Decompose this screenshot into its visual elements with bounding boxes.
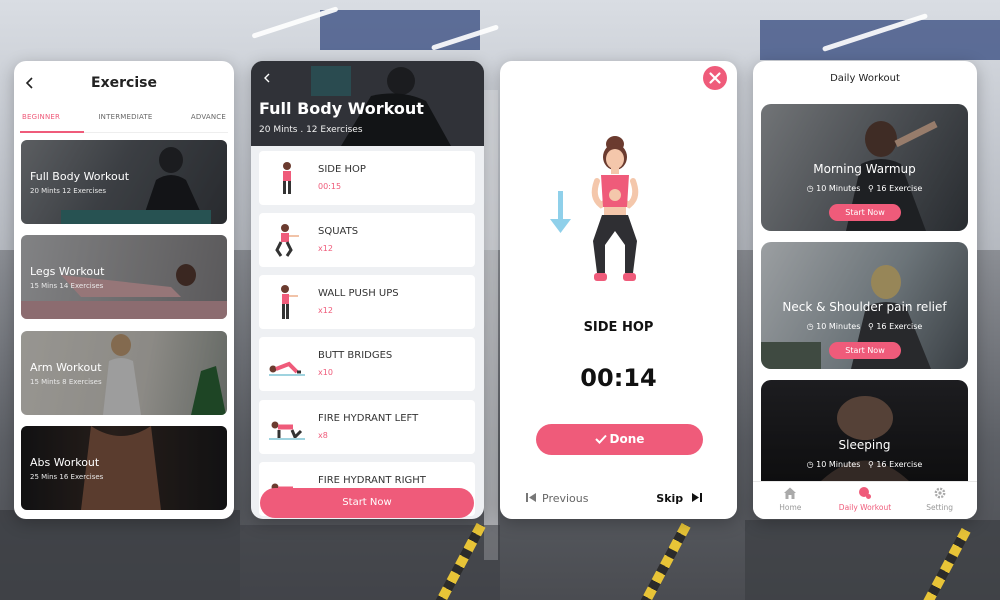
done-button[interactable]: Done bbox=[536, 424, 703, 455]
exercise-timer: 00:14 bbox=[580, 364, 657, 392]
skip-previous-icon bbox=[526, 493, 536, 502]
clock-icon: ◷ bbox=[806, 184, 814, 193]
workout-detail-screen: Full Body Workout 20 Mints . 12 Exercise… bbox=[251, 61, 484, 519]
page-title: Exercise bbox=[91, 75, 157, 91]
exercise-item-butt-bridges[interactable]: BUTT BRIDGES x10 bbox=[259, 337, 475, 391]
exercise-name: FIRE HYDRANT LEFT bbox=[318, 413, 419, 424]
exercise-figure-icon bbox=[281, 285, 298, 319]
exercise-reps: x8 bbox=[318, 431, 328, 440]
exercise-figure-icon bbox=[269, 421, 305, 440]
exercise-duration: 00:15 bbox=[318, 182, 342, 191]
workout-meta: 25 Mins 16 Exercises bbox=[30, 473, 104, 481]
daily-workout-screen: Daily Workout Morning Warmup ◷ 10 Minute… bbox=[753, 61, 977, 519]
nav-label: Setting bbox=[926, 503, 954, 512]
daily-card-neck-shoulder[interactable]: Neck & Shoulder pain relief ◷ 10 Minutes… bbox=[761, 242, 968, 369]
daily-workout-icon bbox=[858, 487, 871, 499]
exercise-name: FIRE HYDRANT RIGHT bbox=[318, 475, 426, 486]
workout-name: Full Body Workout bbox=[30, 170, 130, 183]
workout-meta: 20 Mints 12 Exercises bbox=[30, 187, 107, 195]
card-exercises: 16 Exercise bbox=[876, 460, 923, 469]
workout-card-legs[interactable]: Legs Workout 15 Mins 14 Exercises bbox=[21, 235, 227, 319]
exercise-name: SIDE HOP bbox=[318, 164, 366, 175]
gear-icon bbox=[934, 487, 946, 499]
workout-title: Full Body Workout bbox=[259, 99, 424, 118]
card-title: Neck & Shoulder pain relief bbox=[782, 300, 947, 314]
exercise-figure-icon bbox=[283, 162, 291, 194]
nav-label: Home bbox=[779, 503, 802, 512]
previous-label: Previous bbox=[542, 492, 589, 505]
skip-button[interactable]: Skip bbox=[656, 492, 703, 505]
card-meta: ◷ 10 Minutes ⚲ 16 Exercise bbox=[761, 184, 968, 193]
card-minutes: 10 Minutes bbox=[816, 460, 861, 469]
exercise-name: BUTT BRIDGES bbox=[318, 350, 393, 361]
runner-icon: ⚲ bbox=[867, 322, 874, 331]
exercise-item-wall-push-ups[interactable]: WALL PUSH UPS x12 bbox=[259, 275, 475, 329]
previous-button[interactable]: Previous bbox=[525, 492, 589, 505]
start-now-button[interactable]: Start Now bbox=[260, 488, 474, 518]
home-icon bbox=[784, 487, 797, 499]
workout-card-abs[interactable]: Abs Workout 25 Mins 16 Exercises bbox=[21, 426, 227, 510]
exercise-player-screen: SIDE HOP 00:14 Done Previous Skip bbox=[500, 61, 737, 519]
nav-label: Daily Workout bbox=[838, 503, 892, 512]
page-title: Daily Workout bbox=[830, 73, 900, 84]
workout-meta: 15 Mins 14 Exercises bbox=[30, 282, 104, 290]
card-title: Sleeping bbox=[838, 438, 891, 452]
exercise-name: WALL PUSH UPS bbox=[318, 288, 399, 299]
workout-name: Arm Workout bbox=[30, 361, 102, 374]
tab-advance[interactable]: ADVANCE bbox=[191, 105, 226, 133]
exercise-reps: x12 bbox=[318, 244, 333, 253]
exercise-screen: Exercise BEGINNER INTERMEDIATE ADVANCE F… bbox=[14, 61, 234, 519]
check-icon bbox=[594, 434, 607, 444]
back-arrow-icon[interactable] bbox=[261, 72, 273, 84]
clock-icon: ◷ bbox=[806, 460, 814, 469]
workout-hero: Full Body Workout 20 Mints . 12 Exercise… bbox=[251, 61, 484, 146]
workout-meta: 15 Mints 8 Exercises bbox=[30, 378, 102, 386]
level-tabs: BEGINNER INTERMEDIATE ADVANCE bbox=[14, 105, 234, 133]
skip-next-icon bbox=[692, 493, 702, 502]
card-meta: ◷ 10 Minutes ⚲ 16 Exercise bbox=[761, 322, 968, 331]
workout-name: Legs Workout bbox=[30, 265, 105, 278]
nav-setting[interactable]: Setting bbox=[905, 482, 975, 519]
nav-daily-workout[interactable]: Daily Workout bbox=[830, 482, 900, 519]
close-button[interactable] bbox=[703, 66, 727, 90]
exercise-reps: x12 bbox=[318, 306, 333, 315]
tab-beginner[interactable]: BEGINNER bbox=[22, 105, 60, 133]
done-label: Done bbox=[609, 432, 645, 446]
exercise-item-fire-hydrant-left[interactable]: FIRE HYDRANT LEFT x8 bbox=[259, 400, 475, 454]
nav-home[interactable]: Home bbox=[755, 482, 825, 519]
exercise-figure-illustration bbox=[550, 136, 639, 281]
exercise-name: SQUATS bbox=[318, 226, 359, 237]
card-meta: ◷ 10 Minutes ⚲ 16 Exercise bbox=[761, 460, 968, 469]
workout-card-arm[interactable]: Arm Workout 15 Mints 8 Exercises bbox=[21, 331, 227, 415]
active-tab-indicator bbox=[20, 131, 84, 133]
bottom-navigation: Home Daily Workout Setting bbox=[753, 481, 977, 519]
close-icon bbox=[709, 72, 721, 84]
exercise-header: Exercise bbox=[14, 61, 234, 105]
start-now-button[interactable]: Start Now bbox=[829, 342, 901, 359]
exercise-figure-icon bbox=[269, 361, 305, 376]
card-exercises: 16 Exercise bbox=[876, 322, 923, 331]
daily-card-sleeping[interactable]: Sleeping ◷ 10 Minutes ⚲ 16 Exercise bbox=[761, 380, 968, 481]
workout-name: Abs Workout bbox=[30, 456, 100, 469]
exercise-item-side-hop[interactable]: SIDE HOP 00:15 bbox=[259, 151, 475, 205]
card-exercises: 16 Exercise bbox=[876, 184, 923, 193]
card-minutes: 10 Minutes bbox=[816, 184, 861, 193]
runner-icon: ⚲ bbox=[867, 184, 874, 193]
exercise-name: SIDE HOP bbox=[583, 320, 654, 335]
workout-meta: 20 Mints . 12 Exercises bbox=[259, 125, 363, 135]
daily-card-morning-warmup[interactable]: Morning Warmup ◷ 10 Minutes ⚲ 16 Exercis… bbox=[761, 104, 968, 231]
card-title: Morning Warmup bbox=[813, 162, 916, 176]
start-now-button[interactable]: Start Now bbox=[829, 204, 901, 221]
exercise-item-squats[interactable]: SQUATS x12 bbox=[259, 213, 475, 267]
exercise-figure-icon bbox=[275, 224, 299, 257]
runner-icon: ⚲ bbox=[867, 460, 874, 469]
workout-card-full-body[interactable]: Full Body Workout 20 Mints 12 Exercises bbox=[21, 140, 227, 224]
exercise-reps: x10 bbox=[318, 368, 333, 377]
tab-intermediate[interactable]: INTERMEDIATE bbox=[98, 105, 152, 133]
skip-label: Skip bbox=[656, 492, 684, 505]
card-minutes: 10 Minutes bbox=[816, 322, 861, 331]
clock-icon: ◷ bbox=[806, 322, 814, 331]
